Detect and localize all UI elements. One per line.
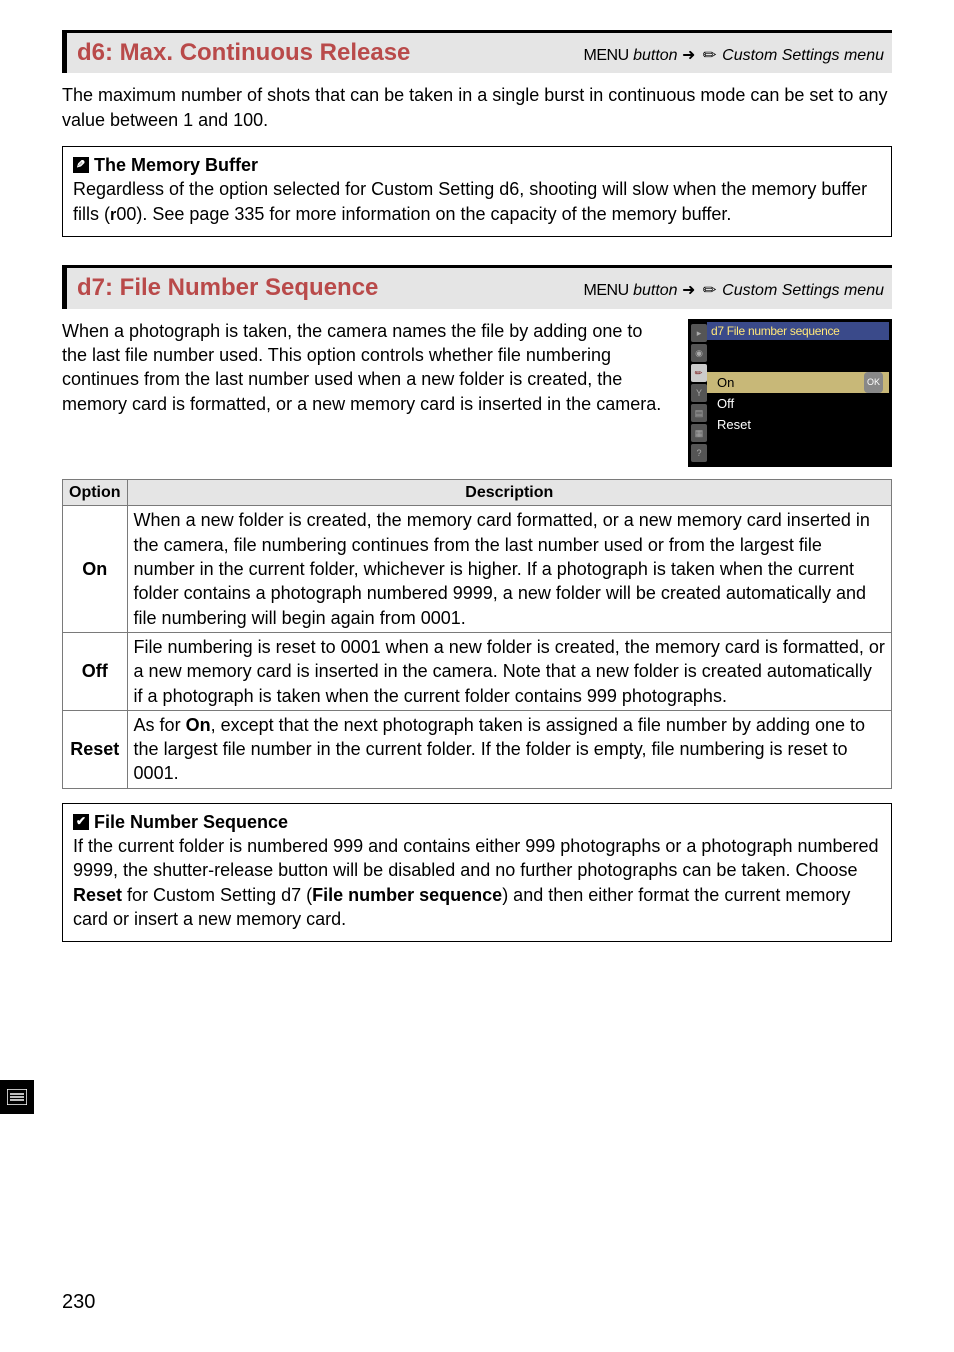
desc-reset: As for On, except that the next photogra… <box>127 710 891 788</box>
lcd-preview: ▸ ◉ ✎ Y ▤ ▦ ? d7 File number sequence On… <box>688 319 892 467</box>
d7-intro: When a photograph is taken, the camera n… <box>62 319 670 416</box>
table-row: Off File numbering is reset to 0001 when… <box>63 632 892 710</box>
desc-on: When a new folder is created, the memory… <box>127 506 891 632</box>
menu-path-d6: MENU button ➜ ✎ Custom Settings menu <box>584 45 884 67</box>
lcd-tab: ▤ <box>691 404 707 422</box>
lcd-tab: ▦ <box>691 424 707 442</box>
lcd-row-reset: Reset <box>707 414 889 435</box>
d6-note-title: The Memory Buffer <box>73 153 881 177</box>
page-number: 230 <box>62 1289 95 1316</box>
desc-off: File numbering is reset to 0001 when a n… <box>127 632 891 710</box>
table-row: Reset As for On, except that the next ph… <box>63 710 892 788</box>
lcd-tab: ▸ <box>691 324 707 342</box>
d7-note-title: File Number Sequence <box>73 810 881 834</box>
lcd-title: d7 File number sequence <box>707 322 889 340</box>
d7-note-body: If the current folder is numbered 999 an… <box>73 834 881 931</box>
note-icon <box>73 157 89 173</box>
lcd-row-on: On OK <box>707 372 889 393</box>
lcd-tab: ? <box>691 444 707 462</box>
col-option: Option <box>63 479 128 506</box>
d7-note-box: File Number Sequence If the current fold… <box>62 803 892 942</box>
col-description: Description <box>127 479 891 506</box>
pencil-icon: ✎ <box>692 366 706 380</box>
d6-note-body: Regardless of the option selected for Cu… <box>73 177 881 226</box>
options-table: Option Description On When a new folder … <box>62 479 892 789</box>
lcd-row-off: Off <box>707 393 889 414</box>
section-title-d7: d7: File Number Sequence <box>77 272 378 304</box>
lcd-tab: ◉ <box>691 344 707 362</box>
caution-icon <box>73 814 89 830</box>
ok-badge: OK <box>864 372 883 393</box>
lcd-tab: Y <box>691 384 707 402</box>
section-header-d7: d7: File Number Sequence MENU button ➜ ✎… <box>62 265 892 308</box>
d6-body: The maximum number of shots that can be … <box>62 83 892 132</box>
d6-note-box: The Memory Buffer Regardless of the opti… <box>62 146 892 237</box>
section-title-d6: d6: Max. Continuous Release <box>77 37 410 69</box>
menu-path-d7: MENU button ➜ ✎ Custom Settings menu <box>584 280 884 302</box>
lcd-tab-active: ✎ <box>691 364 707 382</box>
table-row: On When a new folder is created, the mem… <box>63 506 892 632</box>
lcd-tabs: ▸ ◉ ✎ Y ▤ ▦ ? <box>691 324 707 462</box>
side-tab-menu-icon <box>0 1080 34 1114</box>
section-header-d6: d6: Max. Continuous Release MENU button … <box>62 30 892 73</box>
menu-word: MENU <box>584 282 629 299</box>
menu-word: MENU <box>584 47 629 64</box>
opt-off: Off <box>63 632 128 710</box>
lcd-body: On OK Off Reset <box>707 372 889 435</box>
opt-reset: Reset <box>63 710 128 788</box>
opt-on: On <box>63 506 128 632</box>
